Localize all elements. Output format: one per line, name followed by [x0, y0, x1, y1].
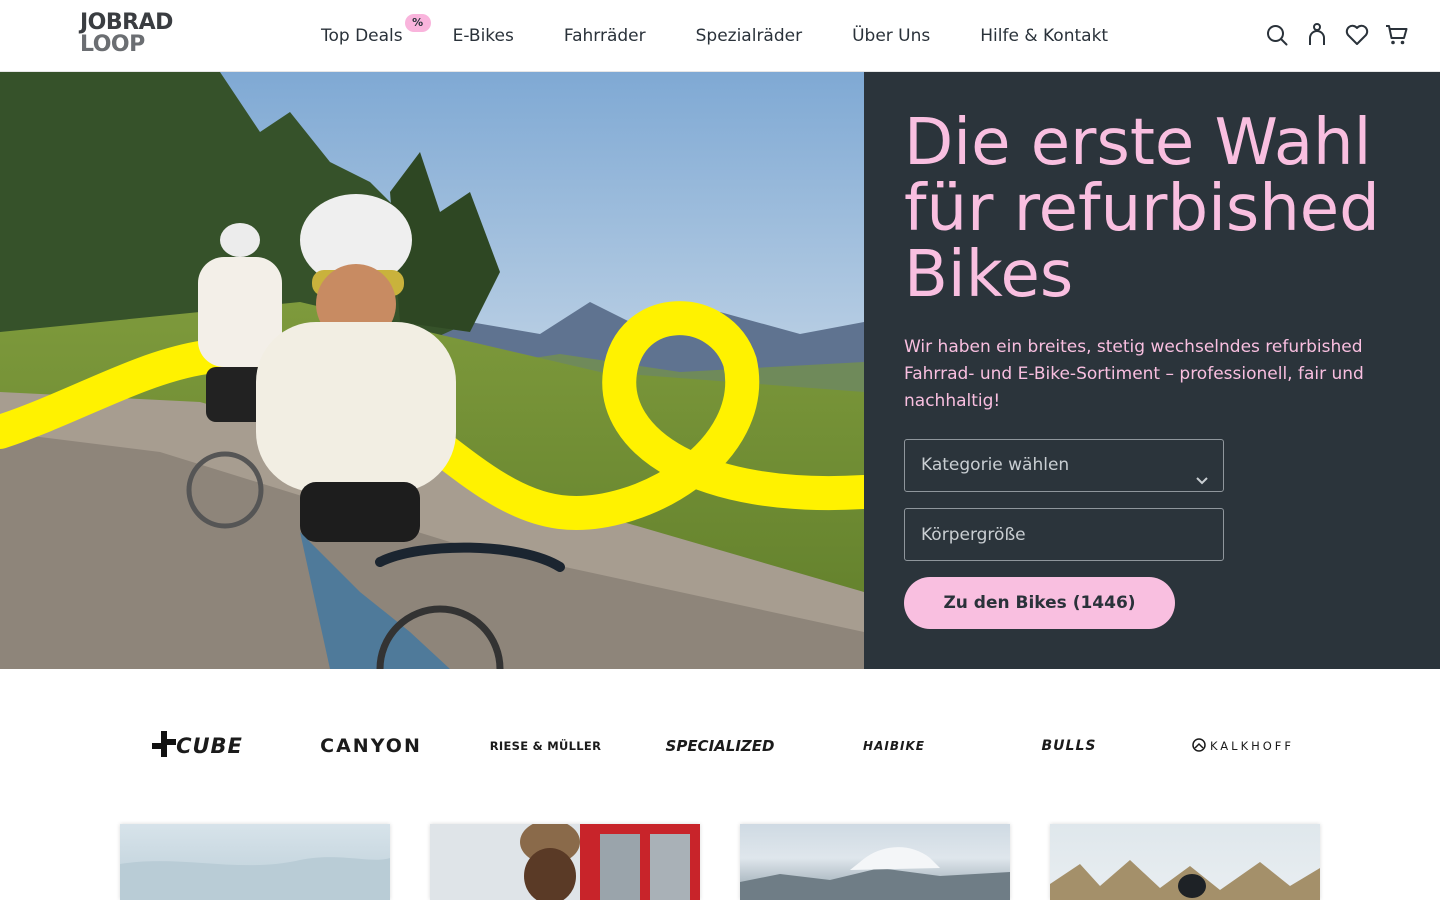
nav-item-ueber-uns[interactable]: Über Uns — [852, 26, 930, 46]
hero-title: Die erste Wahl für refurbished Bikes — [904, 106, 1380, 312]
category-select[interactable]: Kategorie wählen — [904, 439, 1224, 492]
nav-item-spezialraeder[interactable]: Spezialräder — [696, 26, 802, 46]
to-bikes-button[interactable]: Zu den Bikes (1446) — [904, 577, 1175, 629]
category-card-2[interactable] — [430, 824, 700, 900]
brand-logo-kalkhoff[interactable]: KALKHOFF — [1186, 731, 1300, 761]
category-card-4[interactable] — [1050, 824, 1320, 900]
nav-item-fahrraeder[interactable]: Fahrräder — [564, 26, 646, 46]
search-icon[interactable] — [1264, 22, 1290, 48]
category-card-1[interactable] — [120, 824, 390, 900]
cart-icon[interactable] — [1384, 22, 1410, 48]
logo-line-2: LOOP — [80, 32, 145, 57]
nav-item-hilfe-kontakt[interactable]: Hilfe & Kontakt — [980, 26, 1108, 46]
account-icon[interactable] — [1304, 22, 1330, 48]
nav-item-label: Top Deals — [321, 26, 403, 46]
hero-panel: Die erste Wahl für refurbished Bikes Wir… — [864, 72, 1440, 669]
category-card-3[interactable] — [740, 824, 1010, 900]
hero-section: Die erste Wahl für refurbished Bikes Wir… — [0, 72, 1440, 669]
kalkhoff-logo-icon — [1192, 737, 1206, 755]
brand-logo-specialized[interactable]: SPECIALIZED — [664, 731, 776, 761]
nav-item-e-bikes[interactable]: E-Bikes — [453, 26, 514, 46]
nav-item-top-deals[interactable]: Top Deals % — [321, 14, 431, 46]
chevron-down-icon — [1195, 458, 1209, 509]
main-navigation: Top Deals % E-Bikes Fahrräder Spezialräd… — [321, 0, 1108, 72]
brand-logo-bulls[interactable]: BULLS — [1018, 731, 1120, 761]
heart-icon[interactable] — [1344, 22, 1370, 48]
brand-label: KALKHOFF — [1209, 739, 1295, 753]
brand-logos: CUBE CANYON RIESE & MÜLLER SPECIALIZED H… — [0, 669, 1440, 824]
jobrad-loop-logo[interactable]: JOBRAD LOOP — [80, 12, 204, 60]
logo-line-1: JOBRAD — [80, 10, 173, 35]
hero-subtitle: Wir haben ein breites, stetig wechselnde… — [904, 337, 1364, 411]
brand-logo-haibike[interactable]: HAIBIKE — [846, 731, 942, 761]
brand-label: CUBE — [176, 734, 243, 758]
deals-badge: % — [404, 14, 431, 32]
header-icons — [1250, 22, 1410, 48]
brand-logo-canyon[interactable]: CANYON — [314, 731, 428, 761]
hero-image-cyclists — [0, 72, 864, 669]
body-height-input[interactable] — [904, 508, 1224, 561]
site-header: JOBRAD LOOP Top Deals % E-Bikes Fahrräde… — [0, 0, 1440, 72]
brand-logo-cube[interactable]: CUBE — [140, 730, 255, 762]
category-select-value: Kategorie wählen — [921, 455, 1070, 475]
cube-logo-icon — [152, 730, 177, 762]
brand-logo-riese-mueller[interactable]: RIESE & MÜLLER — [488, 731, 603, 761]
